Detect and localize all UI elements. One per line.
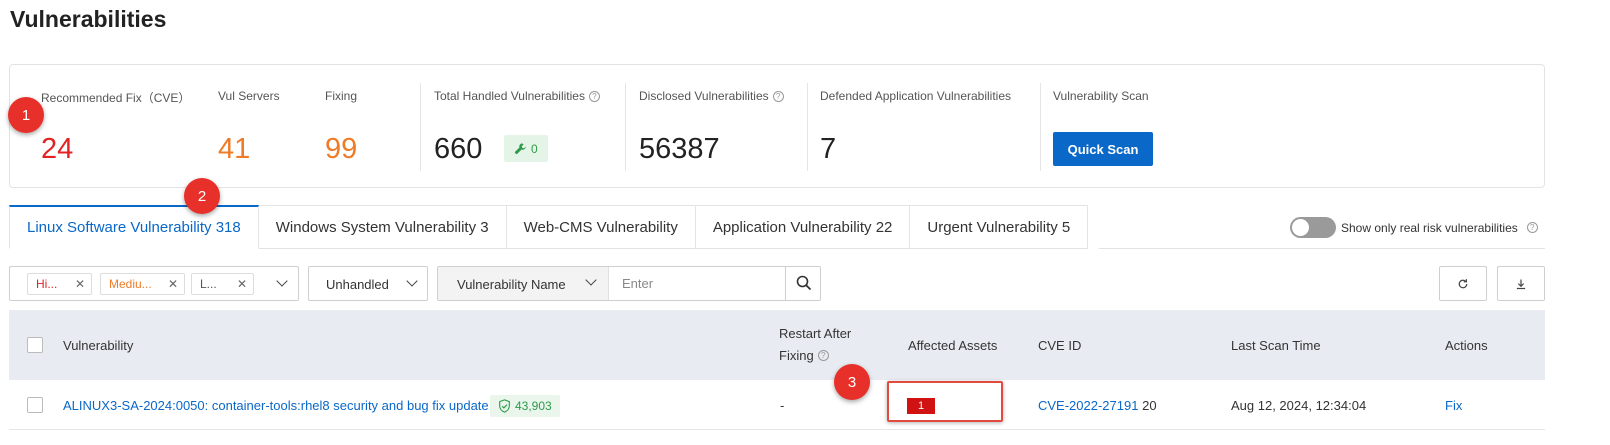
cve-extra-count: 20 — [1142, 398, 1157, 413]
help-icon[interactable]: ? — [772, 90, 784, 102]
header-actions: Actions — [1445, 338, 1488, 353]
disclosed-label: Disclosed Vulnerabilities? — [639, 89, 784, 103]
real-risk-toggle[interactable] — [1290, 217, 1336, 238]
tab-windows-system[interactable]: Windows System Vulnerability 3 — [258, 205, 507, 249]
disclosed-label-text: Disclosed Vulnerabilities — [639, 89, 769, 103]
step-marker-3: 3 — [834, 364, 870, 400]
shield-badge-count: 43,903 — [515, 399, 552, 413]
close-icon[interactable]: ✕ — [75, 277, 85, 291]
tabs-baseline — [1099, 248, 1545, 249]
tab-urgent[interactable]: Urgent Vulnerability 5 — [910, 205, 1089, 249]
status-select[interactable]: Unhandled — [308, 266, 428, 301]
step-marker-1: 1 — [8, 97, 44, 133]
search-group: Vulnerability Name — [437, 266, 821, 301]
step-marker-2: 2 — [184, 178, 220, 214]
header-cve-id: CVE ID — [1038, 338, 1082, 353]
last-scan-time-value: Aug 12, 2024, 12:34:04 — [1231, 398, 1367, 413]
search-type-value: Vulnerability Name — [457, 277, 566, 292]
vul-servers-label: Vul Servers — [218, 89, 280, 103]
header-restart-line2-text: Fixing — [779, 348, 814, 363]
help-icon[interactable]: ? — [588, 90, 600, 102]
search-icon — [796, 275, 812, 291]
toggle-knob — [1292, 219, 1309, 236]
header-restart-line2: Fixing? — [779, 348, 829, 363]
severity-select[interactable]: Hi... ✕ Mediu... ✕ L... ✕ — [9, 266, 299, 301]
help-icon[interactable]: ? — [817, 350, 829, 361]
header-affected-assets: Affected Assets — [908, 338, 998, 353]
close-icon[interactable]: ✕ — [237, 277, 247, 291]
vulnerability-name-link[interactable]: ALINUX3-SA-2024:0050: container-tools:rh… — [63, 398, 489, 413]
fix-link[interactable]: Fix — [1445, 398, 1462, 413]
recommended-fix-value[interactable]: 24 — [41, 133, 73, 166]
severity-chip-high: Hi... ✕ — [27, 273, 92, 295]
fixing-value[interactable]: 99 — [325, 133, 357, 166]
header-vulnerability: Vulnerability — [63, 338, 134, 353]
row-checkbox[interactable] — [27, 397, 43, 413]
severity-chip-label: L... — [200, 277, 217, 291]
search-input[interactable] — [610, 267, 785, 300]
vul-servers-value[interactable]: 41 — [218, 133, 250, 166]
stat-divider — [1040, 83, 1041, 171]
quick-scan-button[interactable]: Quick Scan — [1053, 132, 1153, 166]
severity-chip-low: L... ✕ — [191, 273, 254, 295]
close-icon[interactable]: ✕ — [168, 277, 178, 291]
real-risk-toggle-group: Show only real risk vulnerabilities ? — [1290, 217, 1538, 238]
search-type-select[interactable]: Vulnerability Name — [438, 267, 609, 300]
stat-divider — [625, 83, 626, 171]
tab-linux-software[interactable]: Linux Software Vulnerability 318 — [9, 205, 259, 249]
total-handled-value[interactable]: 660 — [434, 133, 482, 166]
help-icon[interactable]: ? — [1526, 222, 1538, 233]
stat-divider — [420, 83, 421, 171]
header-last-scan-time: Last Scan Time — [1231, 338, 1321, 353]
chevron-down-icon — [276, 275, 288, 287]
shield-check-icon — [499, 399, 510, 413]
download-button[interactable] — [1497, 266, 1545, 301]
table-header: Vulnerability Restart After Fixing? Affe… — [9, 310, 1545, 380]
page-title: Vulnerabilities — [10, 6, 167, 32]
refresh-icon — [1458, 278, 1468, 288]
chevron-down-icon — [406, 275, 418, 287]
scan-label: Vulnerability Scan — [1053, 89, 1149, 103]
stats-card: Recommended Fix（CVE） 24 Vul Servers 41 F… — [9, 64, 1545, 188]
fixing-label: Fixing — [325, 89, 358, 103]
download-icon — [1516, 279, 1526, 289]
total-handled-label-text: Total Handled Vulnerabilities — [434, 89, 585, 103]
shield-badge: 43,903 — [490, 395, 560, 417]
cve-id-cell: CVE-2022-27191 20 — [1038, 398, 1157, 413]
total-handled-label: Total Handled Vulnerabilities? — [434, 89, 600, 103]
search-button[interactable] — [785, 267, 821, 300]
real-risk-toggle-label: Show only real risk vulnerabilities — [1341, 220, 1518, 235]
defended-value[interactable]: 7 — [820, 133, 836, 166]
handled-badge: 0 — [504, 135, 548, 162]
stat-divider — [807, 83, 808, 171]
highlight-box — [887, 381, 1003, 422]
tab-application[interactable]: Application Vulnerability 22 — [695, 205, 911, 249]
cve-id-link[interactable]: CVE-2022-27191 — [1038, 398, 1138, 413]
severity-chip-label: Hi... — [36, 277, 58, 291]
tab-web-cms[interactable]: Web-CMS Vulnerability — [506, 205, 696, 249]
select-all-checkbox[interactable] — [27, 337, 43, 353]
table-row: ALINUX3-SA-2024:0050: container-tools:rh… — [9, 380, 1545, 430]
restart-value: - — [780, 398, 785, 413]
recommended-fix-label: Recommended Fix（CVE） — [41, 91, 191, 105]
chevron-down-icon — [585, 274, 597, 286]
header-restart-line1: Restart After — [779, 326, 852, 341]
disclosed-value[interactable]: 56387 — [639, 133, 720, 166]
defended-label: Defended Application Vulnerabilities — [820, 89, 1012, 103]
severity-chip-label: Mediu... — [109, 277, 152, 291]
refresh-button[interactable] — [1439, 266, 1487, 301]
severity-chip-medium: Mediu... ✕ — [100, 273, 185, 295]
handled-badge-count: 0 — [531, 141, 538, 156]
status-select-value: Unhandled — [326, 277, 389, 292]
wrench-icon — [514, 143, 526, 155]
vulnerability-tabs: Linux Software Vulnerability 318 Windows… — [9, 205, 1089, 249]
